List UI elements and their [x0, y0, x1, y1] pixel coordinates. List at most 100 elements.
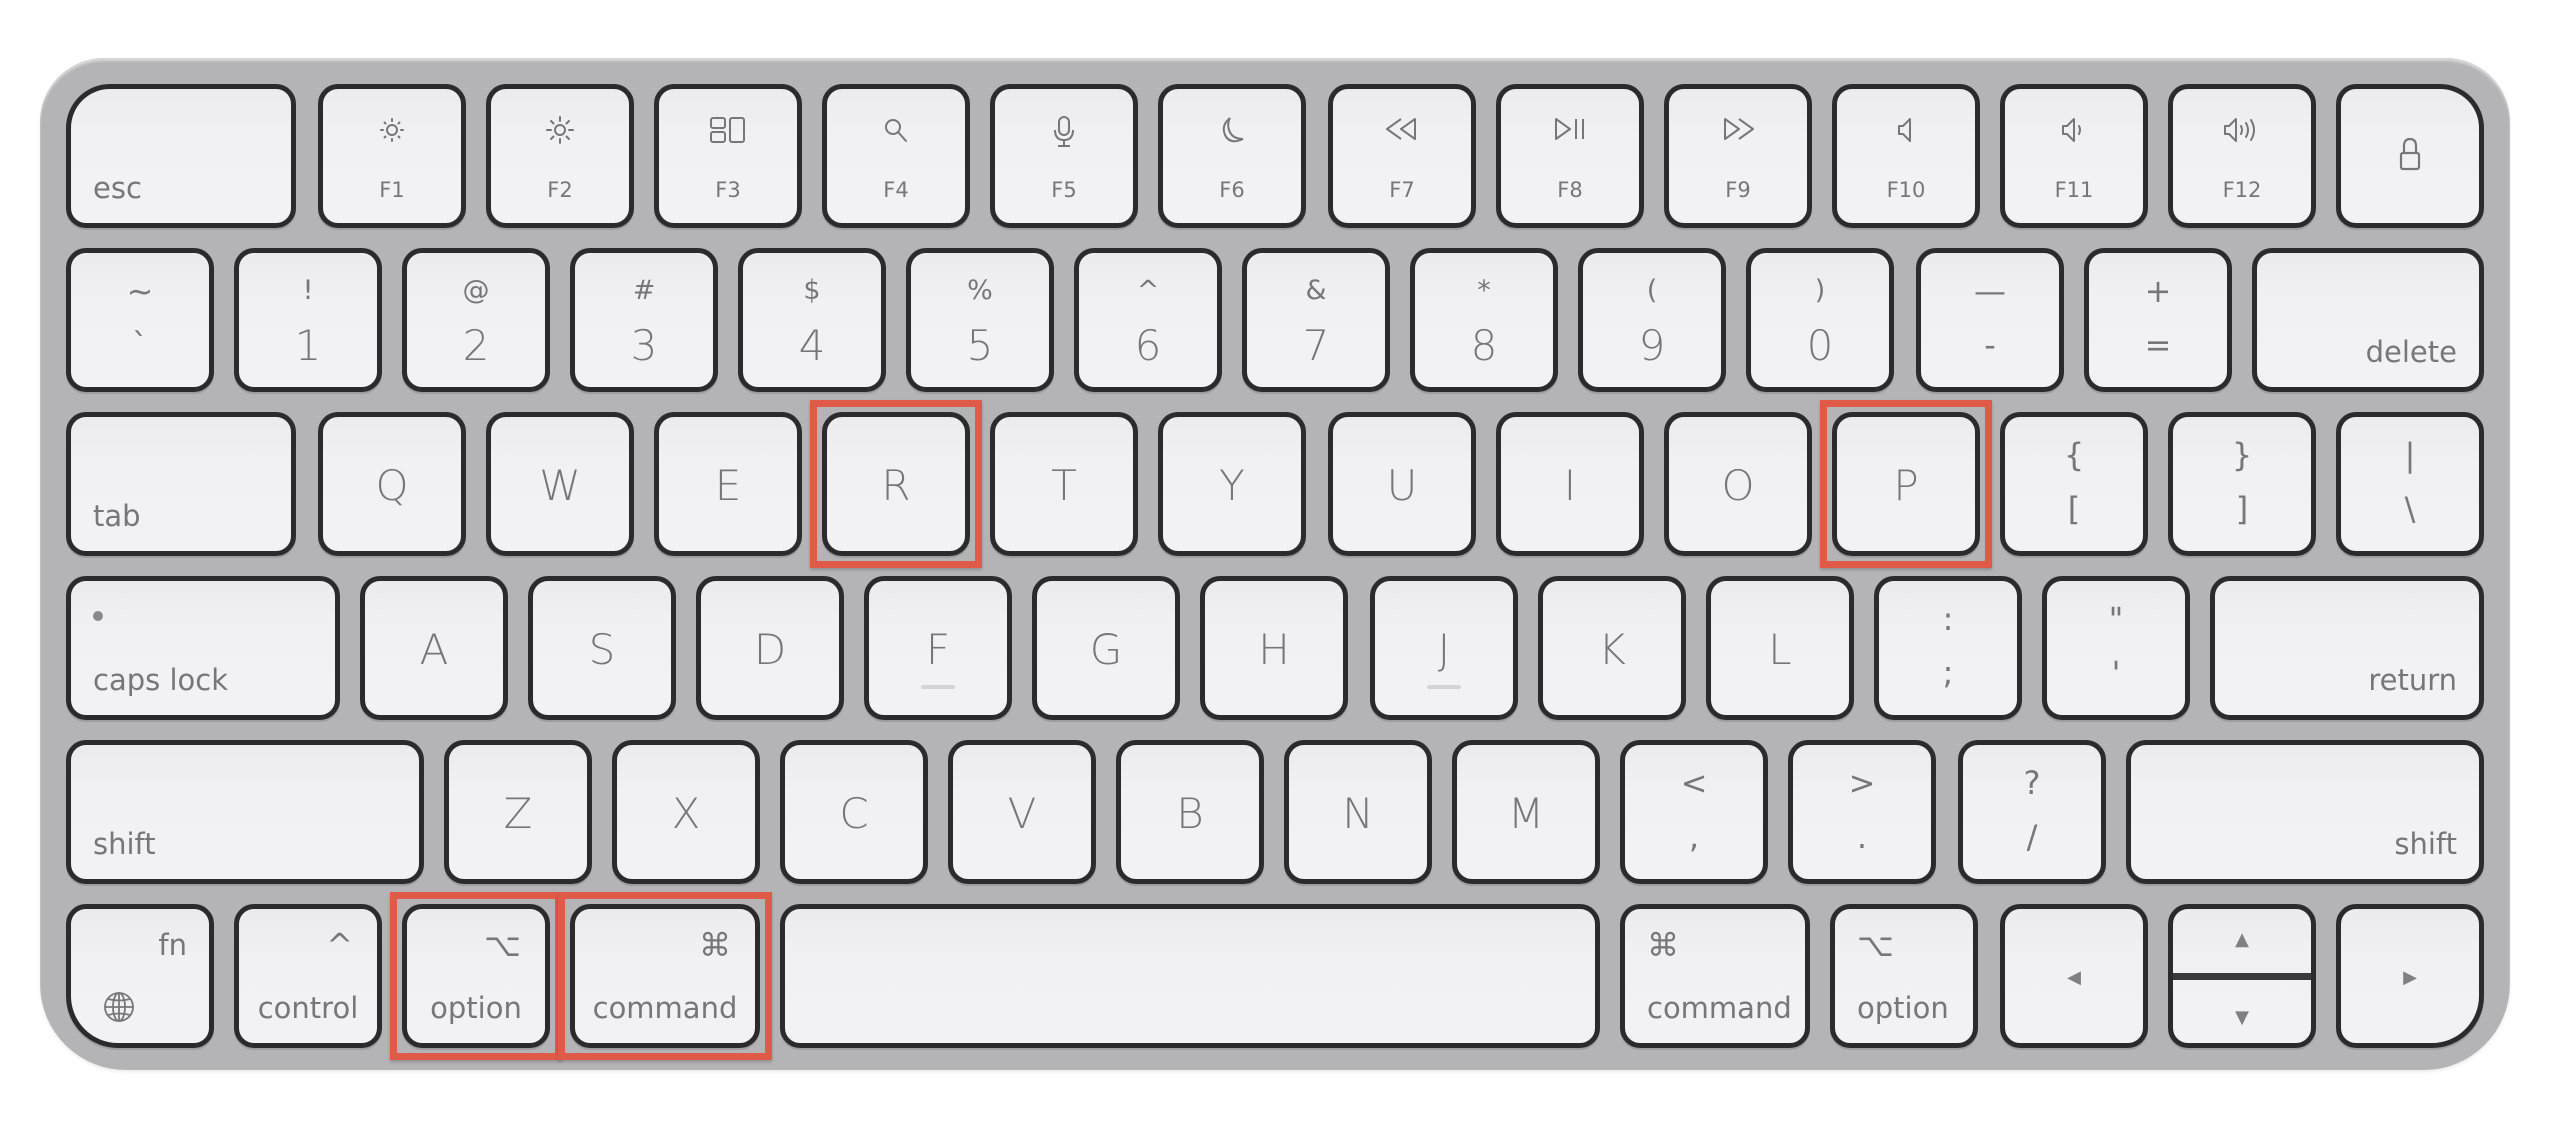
- key-label: caps lock: [93, 663, 228, 697]
- key-h[interactable]: H: [1200, 576, 1348, 720]
- key-f2[interactable]: F2: [486, 84, 634, 228]
- key-r[interactable]: R: [822, 412, 970, 556]
- key-x[interactable]: X: [612, 740, 760, 884]
- key-f5[interactable]: F5: [990, 84, 1138, 228]
- key-delete[interactable]: delete: [2252, 248, 2484, 392]
- key-letter: R: [881, 461, 911, 510]
- fkey-label: F5: [1051, 178, 1077, 202]
- key-arrow-left[interactable]: ◀: [2000, 904, 2148, 1048]
- key-9[interactable]: (9: [1578, 248, 1726, 392]
- key-w[interactable]: W: [486, 412, 634, 556]
- key-q[interactable]: Q: [318, 412, 466, 556]
- key-e[interactable]: E: [654, 412, 802, 556]
- lock-icon: [2395, 135, 2425, 175]
- key-3[interactable]: #3: [570, 248, 718, 392]
- fkey-label: F3: [715, 178, 741, 202]
- key-lbracket[interactable]: {[: [2000, 412, 2148, 556]
- key-c[interactable]: C: [780, 740, 928, 884]
- key-g[interactable]: G: [1032, 576, 1180, 720]
- key-l[interactable]: L: [1706, 576, 1854, 720]
- key-6[interactable]: ^ 6: [1074, 248, 1222, 392]
- key-command-left[interactable]: ⌘ command: [570, 904, 760, 1048]
- key-o[interactable]: O: [1664, 412, 1812, 556]
- key-f9[interactable]: F9: [1664, 84, 1812, 228]
- key-f12[interactable]: F12: [2168, 84, 2316, 228]
- key-f6[interactable]: F6: [1158, 84, 1306, 228]
- fkey-label: F10: [1886, 178, 1926, 202]
- key-f7[interactable]: F7: [1328, 84, 1476, 228]
- key-k[interactable]: K: [1538, 576, 1686, 720]
- key-y[interactable]: Y: [1158, 412, 1306, 556]
- key-j[interactable]: J: [1370, 576, 1518, 720]
- key-f10[interactable]: F10: [1832, 84, 1980, 228]
- key-rbracket[interactable]: }]: [2168, 412, 2316, 556]
- key-d[interactable]: D: [696, 576, 844, 720]
- key-minus[interactable]: — -: [1916, 248, 2064, 392]
- key-fn[interactable]: fn: [66, 904, 214, 1048]
- key-f1[interactable]: F1: [318, 84, 466, 228]
- key-slash[interactable]: ? /: [1958, 740, 2106, 884]
- key-backslash[interactable]: | \: [2336, 412, 2484, 556]
- key-4[interactable]: $4: [738, 248, 886, 392]
- key-quote[interactable]: " ': [2042, 576, 2190, 720]
- key-shift-symbol: —: [1974, 272, 2006, 310]
- key-arrow-right[interactable]: ▶: [2336, 904, 2484, 1048]
- key-letter: B: [1176, 789, 1204, 838]
- key-f4[interactable]: F4: [822, 84, 970, 228]
- key-0[interactable]: ) 0: [1746, 248, 1894, 392]
- key-letter: Q: [375, 461, 409, 510]
- play-pause-icon: [1550, 115, 1590, 143]
- key-f11[interactable]: F11: [2000, 84, 2148, 228]
- key-return[interactable]: return: [2210, 576, 2484, 720]
- key-t[interactable]: T: [990, 412, 1138, 556]
- key-command-right[interactable]: ⌘ command: [1620, 904, 1810, 1048]
- key-grave[interactable]: ~ `: [66, 248, 214, 392]
- key-esc[interactable]: esc: [66, 84, 296, 228]
- key-label: tab: [93, 499, 141, 533]
- key-shift-symbol: %: [967, 275, 993, 306]
- key-option-right[interactable]: ⌥ option: [1830, 904, 1978, 1048]
- key-equal[interactable]: + =: [2084, 248, 2232, 392]
- key-letter: N: [1342, 789, 1374, 838]
- key-shift-right[interactable]: shift: [2126, 740, 2484, 884]
- key-7[interactable]: & 7: [1242, 248, 1390, 392]
- key-period[interactable]: >.: [1788, 740, 1936, 884]
- key-m[interactable]: M: [1452, 740, 1600, 884]
- fast-forward-icon: [1718, 115, 1758, 143]
- key-tab[interactable]: tab: [66, 412, 296, 556]
- key-f8[interactable]: F8: [1496, 84, 1644, 228]
- key-s[interactable]: S: [528, 576, 676, 720]
- key-comma[interactable]: <,: [1620, 740, 1768, 884]
- key-a[interactable]: A: [360, 576, 508, 720]
- key-f[interactable]: F: [864, 576, 1012, 720]
- key-lock[interactable]: [2336, 84, 2484, 228]
- key-capslock[interactable]: caps lock: [66, 576, 340, 720]
- key-space[interactable]: [780, 904, 1600, 1048]
- key-letter: T: [1051, 461, 1077, 510]
- arrow-down-glyph: ▼: [2235, 1007, 2249, 1028]
- key-f3[interactable]: F3: [654, 84, 802, 228]
- key-arrow-up-down[interactable]: ▲ ▼: [2168, 904, 2316, 1048]
- key-i[interactable]: I: [1496, 412, 1644, 556]
- arrow-glyph: ◀: [2067, 967, 2081, 988]
- key-p[interactable]: P: [1832, 412, 1980, 556]
- key-5[interactable]: % 5: [906, 248, 1054, 392]
- key-v[interactable]: V: [948, 740, 1096, 884]
- fkey-label: F2: [547, 178, 573, 202]
- key-shift-left[interactable]: shift: [66, 740, 424, 884]
- key-u[interactable]: U: [1328, 412, 1476, 556]
- key-8[interactable]: * 8: [1410, 248, 1558, 392]
- key-option-left[interactable]: ⌥ option: [402, 904, 550, 1048]
- key-n[interactable]: N: [1284, 740, 1432, 884]
- key-2[interactable]: @2: [402, 248, 550, 392]
- key-number: 5: [966, 321, 994, 370]
- globe-icon: [101, 989, 137, 1025]
- key-z[interactable]: Z: [444, 740, 592, 884]
- key-semicolon[interactable]: :;: [1874, 576, 2022, 720]
- fkey-label: F11: [2054, 178, 2094, 202]
- key-b[interactable]: B: [1116, 740, 1264, 884]
- key-shift-symbol: >: [1848, 764, 1876, 802]
- key-letter: J: [1437, 625, 1451, 674]
- key-control[interactable]: ^ control: [234, 904, 382, 1048]
- key-1[interactable]: ! 1: [234, 248, 382, 392]
